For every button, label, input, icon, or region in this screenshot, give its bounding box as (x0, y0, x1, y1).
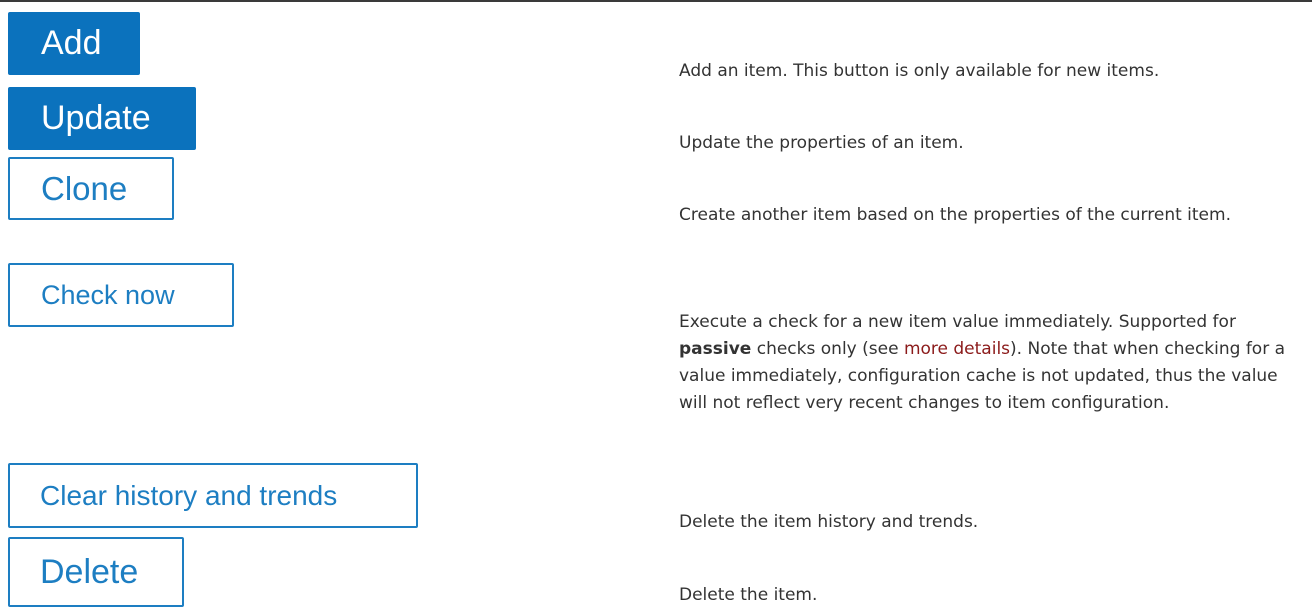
add-description: Add an item. This button is only availab… (679, 61, 1160, 81)
clear-history-button[interactable]: Clear history and trends (8, 463, 418, 528)
add-button[interactable]: Add (8, 12, 140, 75)
check-now-description: Execute a check for a new item value imm… (679, 309, 1299, 417)
check-now-button[interactable]: Check now (8, 263, 234, 327)
delete-button[interactable]: Delete (8, 537, 184, 607)
passive-bold-text: passive (679, 339, 752, 359)
check-now-text-1: Execute a check for a new item value imm… (679, 312, 1236, 332)
clone-button-label: Clone (41, 169, 128, 207)
check-now-text-2: checks only (see (751, 339, 904, 359)
delete-description: Delete the item. (679, 585, 818, 605)
delete-button-label: Delete (40, 552, 139, 591)
clone-button[interactable]: Clone (8, 157, 174, 220)
check-now-button-label: Check now (41, 279, 175, 310)
add-button-label: Add (41, 24, 102, 62)
top-divider (0, 0, 1312, 2)
clone-description: Create another item based on the propert… (679, 205, 1231, 225)
more-details-link[interactable]: more details (904, 339, 1010, 359)
clear-history-description: Delete the item history and trends. (679, 512, 979, 532)
update-description: Update the properties of an item. (679, 133, 964, 153)
update-button-label: Update (41, 99, 151, 137)
update-button[interactable]: Update (8, 87, 196, 150)
clear-history-button-label: Clear history and trends (40, 479, 338, 511)
